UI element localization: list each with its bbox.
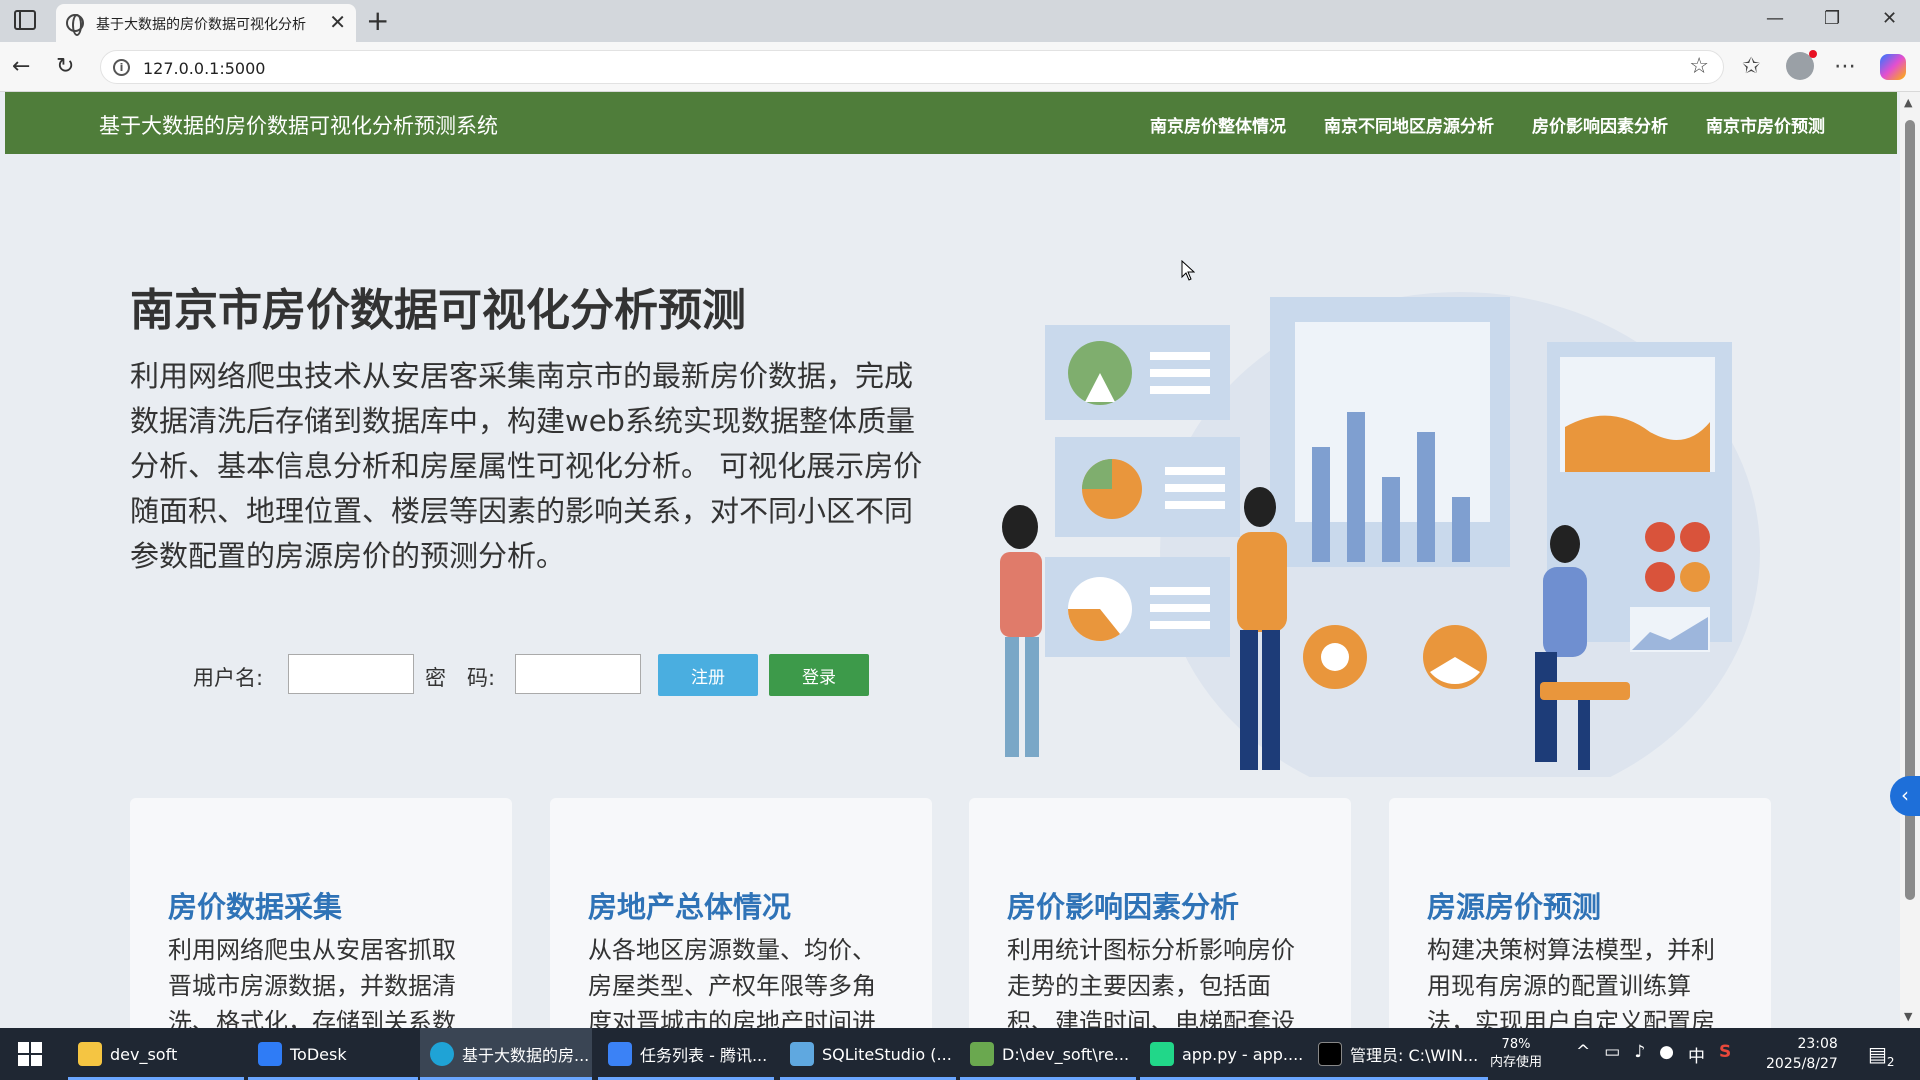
nav-district[interactable]: 南京不同地区房源分析: [1324, 112, 1494, 137]
favorite-star-icon[interactable]: ☆: [1689, 54, 1709, 79]
minimize-icon[interactable]: —: [1766, 8, 1784, 29]
taskbar-item-sqlitestudio[interactable]: SQLiteStudio (...: [780, 1028, 956, 1080]
close-window-icon[interactable]: ✕: [1882, 8, 1897, 29]
taskbar-item-label: app.py - app....: [1182, 1044, 1304, 1064]
taskbar-item-label: ToDesk: [290, 1044, 347, 1064]
site-header: 基于大数据的房价数据可视化分析预测系统 南京房价整体情况 南京不同地区房源分析 …: [5, 92, 1897, 154]
password-label: 密 码:: [425, 666, 496, 690]
card-title: 房地产总体情况: [588, 890, 792, 924]
taskbar-item-label: D:\dev_soft\re...: [1002, 1044, 1130, 1064]
taskbar-item-label: dev_soft: [110, 1044, 178, 1064]
hero-title: 南京市房价数据可视化分析预测: [130, 285, 746, 336]
feature-card-factors: 房价影响因素分析 利用统计图标分析影响房价走势的主要因素，包括面积、建造时间、电…: [969, 798, 1351, 1028]
nav-prediction[interactable]: 南京市房价预测: [1706, 112, 1825, 137]
feature-card-collection: 房价数据采集 利用网络爬虫从安居客抓取晋城市房源数据，并数据清洗、格式化，存储到…: [130, 798, 512, 1028]
card-text: 构建决策树算法模型，并利用现有房源的配置训练算法，实现用户自定义配置房: [1427, 936, 1715, 1028]
taskbar-item-cmd[interactable]: 管理员: C:\WIN...: [1308, 1028, 1488, 1080]
page-viewport: 基于大数据的房价数据可视化分析预测系统 南京房价整体情况 南京不同地区房源分析 …: [0, 92, 1900, 1028]
register-button[interactable]: 注册: [658, 654, 758, 696]
address-bar[interactable]: i 127.0.0.1:5000 ☆: [100, 50, 1724, 84]
address-toolbar: ← ↻ i 127.0.0.1:5000 ☆ ✩ ⋯: [0, 42, 1920, 92]
site-nav: 南京房价整体情况 南京不同地区房源分析 房价影响因素分析 南京市房价预测: [1150, 112, 1825, 137]
feature-card-overview: 房地产总体情况 从各地区房源数量、均价、房屋类型、产权年限等多角度对晋城市的房地…: [550, 798, 932, 1028]
browser-tab-active[interactable]: 基于大数据的房价数据可视化分析 ✕: [56, 4, 356, 42]
taskbar-item-label: 任务列表 - 腾讯...: [640, 1046, 768, 1065]
sqlitestudio-icon: [790, 1042, 814, 1066]
memory-label: 内存使用: [1490, 1055, 1543, 1070]
tray-chevron-up-icon[interactable]: ^: [1576, 1042, 1590, 1067]
scroll-down-icon[interactable]: ▼: [1904, 1010, 1912, 1023]
site-info-icon[interactable]: i: [113, 59, 130, 76]
scroll-up-icon[interactable]: ▲: [1904, 96, 1912, 109]
password-input[interactable]: [515, 654, 641, 694]
taskbar-item-folder-path[interactable]: D:\dev_soft\re...: [960, 1028, 1136, 1080]
clock-time: 23:08: [1797, 1036, 1838, 1052]
terminal-icon: [1318, 1042, 1342, 1066]
taskbar-item-todesk[interactable]: ToDesk: [248, 1028, 418, 1080]
globe-icon: [66, 14, 84, 36]
taskbar-item-pycharm[interactable]: app.py - app....: [1140, 1028, 1316, 1080]
card-text: 从各地区房源数量、均价、房屋类型、产权年限等多角度对晋城市的房地产时间进: [588, 936, 876, 1028]
taskbar-item-label: 管理员: C:\WIN...: [1350, 1046, 1479, 1065]
url-text: 127.0.0.1:5000: [143, 59, 266, 78]
browser-tab-strip: 基于大数据的房价数据可视化分析 ✕ + — ❐ ✕: [0, 0, 1920, 42]
image-folder-icon: [970, 1042, 994, 1066]
pycharm-icon: [1150, 1042, 1174, 1066]
username-label: 用户名:: [193, 666, 264, 690]
tab-actions-icon[interactable]: [14, 10, 36, 30]
nav-overall[interactable]: 南京房价整体情况: [1150, 112, 1286, 137]
volume-icon[interactable]: ♪: [1634, 1042, 1645, 1067]
taskbar-item-dev-soft[interactable]: dev_soft: [68, 1028, 244, 1080]
profile-avatar-icon[interactable]: [1786, 50, 1817, 80]
refresh-icon[interactable]: ↻: [56, 54, 74, 79]
page-scrollbar[interactable]: ▲ ▼: [1900, 92, 1920, 1028]
mouse-cursor-icon: [1181, 260, 1195, 281]
feature-card-prediction: 房源房价预测 构建决策树算法模型，并利用现有房源的配置训练算法，实现用户自定义配…: [1389, 798, 1771, 1028]
taskbar-item-edge[interactable]: 基于大数据的房...: [420, 1028, 592, 1080]
copilot-icon[interactable]: [1880, 54, 1906, 80]
card-title: 房价数据采集: [168, 890, 343, 924]
taskbar-item-label: 基于大数据的房...: [462, 1046, 590, 1065]
clock-date: 2025/8/27: [1766, 1056, 1838, 1072]
card-title: 房价影响因素分析: [1007, 890, 1240, 924]
microphone-icon[interactable]: ●: [1659, 1042, 1674, 1067]
card-text: 利用统计图标分析影响房价走势的主要因素，包括面积、建造时间、电梯配套设: [1007, 936, 1295, 1028]
tab-title: 基于大数据的房价数据可视化分析: [96, 17, 306, 33]
taskbar-item-label: SQLiteStudio (...: [822, 1044, 952, 1064]
favorites-icon[interactable]: ✩: [1742, 54, 1760, 79]
tab-close-icon[interactable]: ✕: [329, 10, 346, 34]
more-menu-icon[interactable]: ⋯: [1834, 54, 1856, 79]
card-text: 利用网络爬虫从安居客抓取晋城市房源数据，并数据清洗、格式化，存储到关系数: [168, 936, 456, 1028]
hero-illustration: [1000, 292, 1760, 777]
sogou-ime-icon[interactable]: S: [1719, 1042, 1731, 1067]
taskbar-clock[interactable]: 23:08 2025/8/27: [1766, 1034, 1838, 1074]
back-arrow-icon[interactable]: ←: [12, 54, 30, 79]
nav-factors[interactable]: 房价影响因素分析: [1532, 112, 1668, 137]
ime-indicator[interactable]: 中: [1688, 1042, 1705, 1067]
network-icon[interactable]: ▭: [1604, 1042, 1620, 1067]
login-button[interactable]: 登录: [769, 654, 869, 696]
system-tray: ^ ▭ ♪ ● 中 S: [1576, 1042, 1731, 1067]
new-tab-icon[interactable]: +: [366, 4, 389, 37]
folder-icon: [78, 1042, 102, 1066]
memory-usage[interactable]: 78% 内存使用: [1490, 1036, 1542, 1072]
windows-taskbar: dev_soft ToDesk 基于大数据的房... 任务列表 - 腾讯... …: [0, 1028, 1920, 1080]
memory-percent: 78%: [1501, 1037, 1531, 1052]
username-input[interactable]: [288, 654, 414, 694]
hero-description: 利用网络爬虫技术从安居客采集南京市的最新房价数据，完成数据清洗后存储到数据库中，…: [130, 359, 923, 573]
edge-icon: [430, 1042, 454, 1066]
card-title: 房源房价预测: [1427, 890, 1602, 924]
notification-count: 2: [1886, 1055, 1895, 1069]
site-brand[interactable]: 基于大数据的房价数据可视化分析预测系统: [99, 110, 498, 140]
windows-start-icon[interactable]: [18, 1042, 42, 1066]
todesk-icon: [258, 1042, 282, 1066]
notification-icon[interactable]: ▤2: [1868, 1042, 1895, 1069]
restore-icon[interactable]: ❐: [1824, 8, 1840, 29]
tencent-meeting-icon: [608, 1042, 632, 1066]
taskbar-item-tencent[interactable]: 任务列表 - 腾讯...: [598, 1028, 774, 1080]
